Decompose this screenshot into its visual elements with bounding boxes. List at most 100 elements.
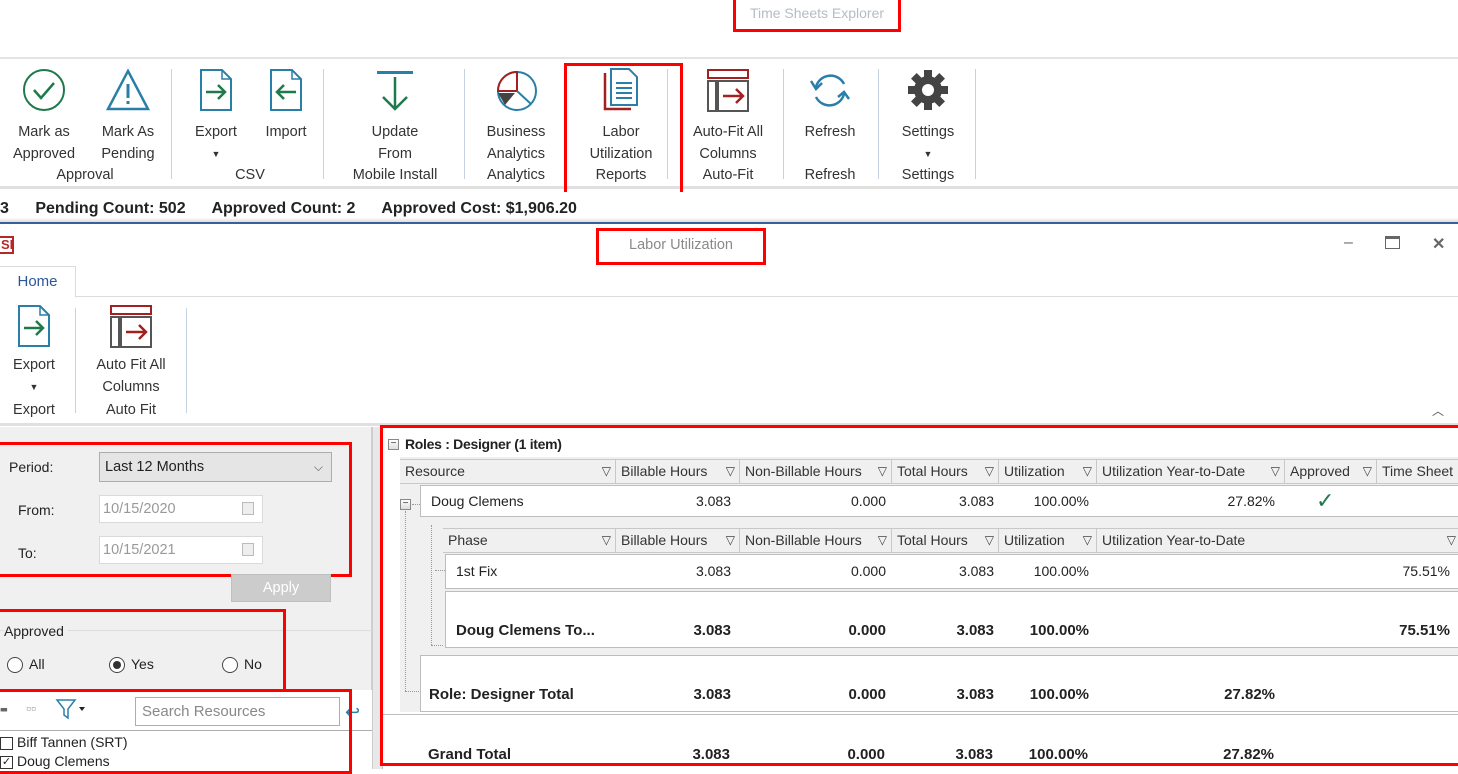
minimize-button[interactable]: – — [1344, 234, 1353, 252]
col-billable[interactable]: Billable Hours ▽ — [616, 529, 740, 552]
radio-yes[interactable]: Yes — [109, 656, 154, 674]
download-arrow-icon — [377, 71, 413, 111]
col-non-billable[interactable]: Non-Billable Hours ▽ — [740, 460, 892, 483]
splitter[interactable] — [372, 427, 382, 769]
apply-button[interactable]: Apply — [231, 574, 331, 602]
period-label: Period: — [9, 459, 54, 475]
group-label-approval: Approval — [56, 167, 114, 183]
calendar-icon[interactable] — [242, 543, 254, 556]
radio-no[interactable]: No — [222, 656, 262, 674]
grand-total-row: Grand Total 3.083 0.000 3.083 100.00% 27… — [383, 714, 1458, 774]
col-approved[interactable]: Approved ▽ — [1285, 460, 1377, 483]
auto-fit-all-columns-button[interactable]: Auto Fit All Columns — [83, 298, 179, 398]
import-csv-button[interactable]: Import — [255, 59, 317, 143]
filter-icon: ▽ — [601, 464, 611, 478]
dropdown-arrow-icon: ▼ — [923, 149, 933, 159]
col-total[interactable]: Total Hours ▽ — [892, 529, 999, 552]
report-window-title: Labor Utilization — [629, 237, 733, 253]
col-utilization[interactable]: Utilization ▽ — [999, 460, 1097, 483]
warning-triangle-icon — [105, 68, 151, 111]
select-all-icon[interactable]: ▪▪ — [0, 701, 8, 717]
close-button[interactable]: ✕ — [1432, 234, 1445, 254]
filter-icon: ▽ — [984, 464, 994, 478]
pie-chart-icon — [496, 70, 537, 111]
col-billable[interactable]: Billable Hours ▽ — [616, 460, 740, 483]
filter-icon: ▽ — [725, 464, 735, 478]
filter-icon: ▽ — [1446, 533, 1456, 547]
col-resource[interactable]: Resource ▽ — [400, 460, 616, 483]
col-time-sheet[interactable]: Time Sheet — [1377, 460, 1458, 483]
resource-item[interactable]: Biff Tannen (SRT) — [0, 734, 128, 750]
export-csv-button[interactable]: Export ▼ — [185, 59, 247, 165]
autofit-columns-icon — [110, 305, 152, 348]
filter-icon: ▽ — [984, 533, 994, 547]
col-phase[interactable]: Phase ▽ — [443, 529, 616, 552]
filter-icon: ▽ — [1270, 464, 1280, 478]
col-ytd[interactable]: Utilization Year-to-Date ▽ — [1097, 529, 1458, 552]
group-label-auto-fit: Auto Fit — [106, 402, 156, 418]
refresh-button[interactable]: Refresh — [795, 59, 865, 143]
period-dropdown[interactable]: Last 12 Months ⌵ — [99, 452, 332, 482]
col-total[interactable]: Total Hours ▽ — [892, 460, 999, 483]
pending-count: Pending Count: 502 — [35, 200, 186, 217]
auto-fit-columns-button[interactable]: Auto-Fit All Columns — [683, 59, 773, 165]
business-analytics-button[interactable]: Business Analytics — [480, 59, 552, 165]
mark-pending-button[interactable]: Mark As Pending — [92, 59, 164, 165]
filter-icon: ▽ — [877, 464, 887, 478]
group-label-settings: Settings — [901, 167, 955, 183]
from-date-field[interactable]: 10/15/2020 — [99, 495, 263, 523]
update-from-mobile-button[interactable]: Update From — [345, 59, 445, 165]
export-button[interactable]: Export ▼ — [4, 298, 64, 398]
filter-icon: ▽ — [601, 533, 611, 547]
to-date-field[interactable]: 10/15/2021 — [99, 536, 263, 564]
check-circle-icon — [23, 69, 65, 111]
group-label-reports: Reports — [595, 167, 647, 183]
maximize-button[interactable] — [1385, 236, 1400, 249]
mark-approved-button[interactable]: Mark as Approved — [4, 59, 84, 165]
filter-icon: ▽ — [725, 533, 735, 547]
col-non-billable[interactable]: Non-Billable Hours ▽ — [740, 529, 892, 552]
tab-home[interactable]: Home — [0, 266, 76, 298]
report-document-icon — [603, 68, 638, 111]
calendar-icon[interactable] — [242, 502, 254, 515]
group-header: Roles : Designer (1 item) — [405, 436, 562, 452]
collapse-row-icon[interactable]: − — [400, 499, 411, 510]
from-label: From: — [18, 502, 55, 518]
group-label-mobile-install: Mobile Install — [352, 167, 438, 183]
export-file-icon — [200, 69, 232, 111]
resource-header-row: Resource ▽ Billable Hours ▽ Non-Billable H… — [400, 459, 1458, 484]
to-label: To: — [18, 545, 37, 561]
approved-check-icon: ✓ — [1316, 488, 1335, 513]
dropdown-arrow-icon: ▼ — [29, 382, 39, 392]
import-file-icon — [270, 69, 302, 111]
deselect-all-icon[interactable]: ▫▫ — [26, 700, 36, 716]
labor-utilization-button[interactable]: Labor Utilization — [580, 59, 662, 165]
approved-legend: Approved — [4, 623, 68, 639]
table-row[interactable]: Doug Clemens 3.083 0.000 3.083 100.00% 2… — [420, 485, 1458, 517]
settings-button[interactable]: Settings ▼ — [893, 59, 963, 165]
checkbox[interactable] — [0, 736, 13, 750]
dropdown-arrow-icon: ▼ — [211, 149, 221, 159]
group-label-auto-fit: Auto-Fit — [702, 167, 754, 183]
filter-icon: ▽ — [877, 533, 887, 547]
checkbox[interactable]: ✓ — [0, 755, 13, 769]
table-row[interactable]: 1st Fix 3.083 0.000 3.083 100.00% 75.51% — [445, 554, 1458, 589]
approved-cost: Approved Cost: $1,906.20 — [381, 200, 577, 217]
refresh-icon — [809, 74, 851, 107]
filter-icon: ▽ — [1362, 464, 1372, 478]
resource-item[interactable]: ✓ Doug Clemens — [0, 753, 110, 769]
undo-icon[interactable]: ↩ — [345, 702, 360, 723]
collapse-group-icon[interactable]: − — [388, 439, 399, 450]
role-total-row: Role: Designer Total 3.083 0.000 3.083 1… — [420, 655, 1458, 712]
col-ytd[interactable]: Utilization Year-to-Date ▽ — [1097, 460, 1285, 483]
radio-all[interactable]: All — [7, 656, 45, 674]
col-utilization[interactable]: Utilization ▽ — [999, 529, 1097, 552]
filter-icon[interactable] — [55, 698, 85, 723]
main-ribbon: Mark as Approved Mark As Pending Approva… — [0, 57, 1458, 189]
collapse-ribbon-icon[interactable]: ︿ — [1432, 402, 1444, 419]
search-resources-input[interactable]: Search Resources — [135, 697, 340, 726]
autofit-columns-icon — [707, 69, 749, 112]
report-ribbon: Export ▼ Export Auto Fit All Columns Aut… — [0, 298, 1458, 426]
approved-count: Approved Count: 2 — [211, 200, 356, 217]
utilization-grid: − Roles : Designer (1 item) Resource ▽ Bi… — [382, 427, 1458, 774]
